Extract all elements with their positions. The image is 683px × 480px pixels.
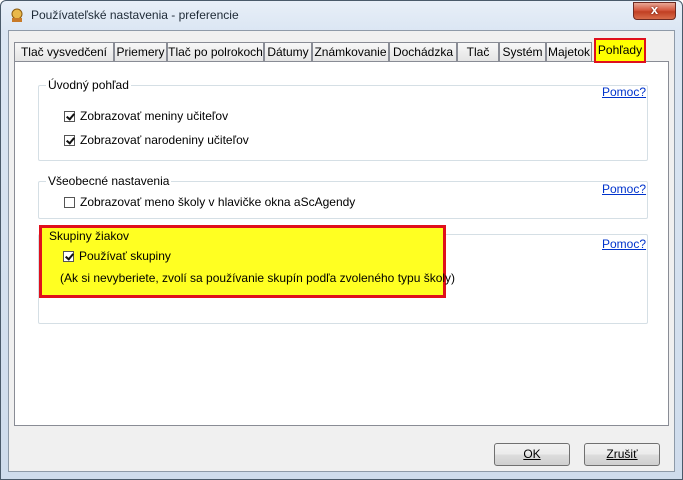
checkbox-use-groups[interactable]: Používať skupiny xyxy=(63,249,171,263)
tab-priemery[interactable]: Priemery xyxy=(114,42,167,62)
tab-tlac-vysvedceni[interactable]: Tlač vysvedčení xyxy=(14,42,114,62)
window-title: Používateľské nastavenia - preferencie xyxy=(31,8,239,22)
help-link-intro-view[interactable]: Pomoc? xyxy=(602,85,646,99)
close-icon: x xyxy=(650,2,659,17)
tab-majetok[interactable]: Majetok xyxy=(546,42,592,62)
checkbox-box[interactable] xyxy=(64,135,75,146)
app-icon xyxy=(11,8,23,22)
checkbox-box[interactable] xyxy=(63,251,74,262)
group-student-groups-title: Skupiny žiakov xyxy=(47,229,132,244)
tab-dochadzka[interactable]: Dochádzka xyxy=(389,42,457,62)
checkbox-box[interactable] xyxy=(64,111,75,122)
group-intro-view-title: Úvodný pohľad xyxy=(46,78,131,93)
cancel-button[interactable]: Zrušiť xyxy=(584,443,660,466)
close-button[interactable]: x xyxy=(633,2,676,20)
title-bar[interactable]: Používateľské nastavenia - preferencie x xyxy=(1,1,682,29)
tab-system[interactable]: Systém xyxy=(499,42,546,62)
ok-button[interactable]: OK xyxy=(494,443,570,466)
tab-tlac-po-polrokoch[interactable]: Tlač po polrokoch xyxy=(167,42,264,62)
checkbox-label: Používať skupiny xyxy=(79,249,171,263)
help-link-general[interactable]: Pomoc? xyxy=(602,182,646,196)
student-groups-highlight: Skupiny žiakov Používať skupiny (Ak si n… xyxy=(39,225,455,298)
checkbox-show-namedays[interactable]: Zobrazovať meniny učiteľov xyxy=(64,109,228,123)
ok-button-label: OK xyxy=(523,447,541,461)
cancel-button-label: Zrušiť xyxy=(606,447,638,461)
tab-datumy[interactable]: Dátumy xyxy=(264,42,312,62)
checkbox-box[interactable] xyxy=(64,197,75,208)
checkbox-show-school-name[interactable]: Zobrazovať meno školy v hlavičke okna aS… xyxy=(64,195,355,209)
tab-tlac[interactable]: Tlač xyxy=(457,42,499,62)
group-general-title: Všeobecné nastavenia xyxy=(46,174,172,189)
help-link-student-groups[interactable]: Pomoc? xyxy=(602,237,646,251)
student-groups-note: (Ak si nevyberiete, zvolí sa používanie … xyxy=(60,271,456,285)
checkbox-label: Zobrazovať narodeniny učiteľov xyxy=(80,133,249,147)
checkbox-label: Zobrazovať meniny učiteľov xyxy=(80,109,229,123)
checkbox-label: Zobrazovať meno školy v hlavičke okna aS… xyxy=(80,195,356,209)
group-intro-view: Úvodný pohľad Pomoc? Zobrazovať meniny u… xyxy=(38,78,648,161)
tab-pohlady[interactable]: Pohľady xyxy=(594,38,646,63)
tab-panel-pohlady: Úvodný pohľad Pomoc? Zobrazovať meniny u… xyxy=(14,61,669,426)
tab-znamkovanie[interactable]: Známkovanie xyxy=(312,42,389,62)
group-general-settings: Všeobecné nastavenia Pomoc? Zobrazovať m… xyxy=(38,174,648,219)
dialog-client-area: Tlač vysvedčení Priemery Tlač po polroko… xyxy=(8,30,675,472)
checkbox-show-birthdays[interactable]: Zobrazovať narodeniny učiteľov xyxy=(64,133,249,147)
preferences-dialog: Používateľské nastavenia - preferencie x… xyxy=(0,0,683,480)
